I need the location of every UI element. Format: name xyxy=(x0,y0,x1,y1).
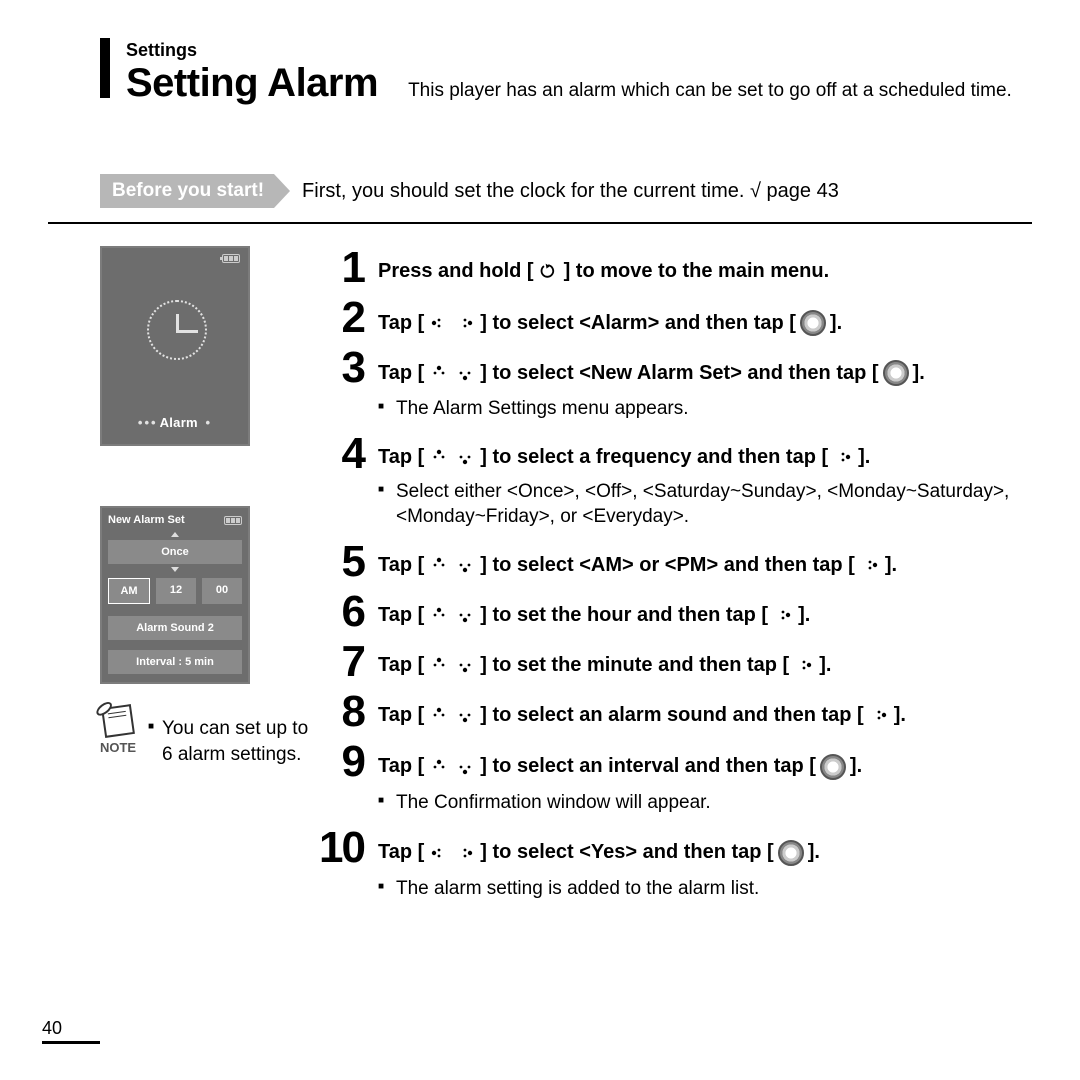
right-icon xyxy=(859,555,881,575)
up-icon xyxy=(428,555,450,575)
note-label: NOTE xyxy=(100,740,136,755)
up-icon xyxy=(428,655,450,675)
down-icon xyxy=(454,605,476,625)
page-title: Setting Alarm xyxy=(126,61,378,106)
right-icon xyxy=(793,655,815,675)
up-icon xyxy=(428,705,450,725)
minute-value: 00 xyxy=(202,578,242,604)
frequency-value: Once xyxy=(108,540,242,564)
right-icon xyxy=(868,705,890,725)
step-5: 5 Tap [ ] to select <AM> or <PM> and the… xyxy=(310,540,1032,584)
before-text: First, you should set the clock for the … xyxy=(302,180,839,203)
step-6: 6 Tap [ ] to set the hour and then tap [… xyxy=(310,590,1032,634)
ok-icon xyxy=(800,310,826,336)
down-icon xyxy=(454,363,476,383)
note-text: You can set up to 6 alarm settings. xyxy=(148,716,310,767)
right-icon xyxy=(454,313,476,333)
left-icon xyxy=(428,313,450,333)
step-9: 9 Tap [ ] to select an interval and then… xyxy=(310,740,1032,816)
step-9-sub: The Confirmation window will appear. xyxy=(378,790,1032,816)
battery-icon xyxy=(224,516,242,525)
hour-value: 12 xyxy=(156,578,196,604)
step-1: 1 Press and hold [ ] to move to the main… xyxy=(310,246,1032,290)
up-icon xyxy=(428,757,450,777)
right-icon xyxy=(832,447,854,467)
up-icon xyxy=(428,605,450,625)
ok-icon xyxy=(778,840,804,866)
ampm-value: AM xyxy=(108,578,150,604)
header-rule xyxy=(100,38,110,98)
step-7: 7 Tap [ ] to set the minute and then tap… xyxy=(310,640,1032,684)
step-2: 2 Tap [ ] to select <Alarm> and then tap… xyxy=(310,296,1032,340)
note-icon xyxy=(101,704,135,738)
right-icon xyxy=(454,843,476,863)
new-alarm-title: New Alarm Set xyxy=(108,514,185,526)
interval-value: Interval : 5 min xyxy=(108,650,242,674)
down-icon xyxy=(454,705,476,725)
down-icon xyxy=(454,555,476,575)
step-4: 4 Tap [ ] to select a frequency and then… xyxy=(310,432,1032,530)
battery-icon xyxy=(222,254,240,263)
before-you-start: Before you start! First, you should set … xyxy=(48,174,1032,224)
steps: 1 Press and hold [ ] to move to the main… xyxy=(310,246,1032,911)
back-icon xyxy=(538,262,560,282)
note: NOTE You can set up to 6 alarm settings. xyxy=(100,706,310,767)
alarm-sound-value: Alarm Sound 2 xyxy=(108,616,242,640)
down-icon xyxy=(454,757,476,777)
screenshot-alarm-menu: •••Alarm • xyxy=(100,246,250,446)
step-3: 3 Tap [ ] to select <New Alarm Set> and … xyxy=(310,346,1032,422)
step-8: 8 Tap [ ] to select an alarm sound and t… xyxy=(310,690,1032,734)
breadcrumb: Settings xyxy=(126,40,1032,61)
page-number: 40 xyxy=(42,1018,100,1044)
step-10: 10 Tap [ ] to select <Yes> and then tap … xyxy=(294,826,1032,902)
step-3-sub: The Alarm Settings menu appears. xyxy=(378,396,1032,422)
down-icon xyxy=(454,447,476,467)
time-row: AM 12 00 xyxy=(108,578,242,604)
alarm-menu-label: •••Alarm • xyxy=(102,415,248,430)
page-description: This player has an alarm which can be se… xyxy=(408,80,1012,102)
clock-icon xyxy=(147,300,207,360)
step-4-sub: Select either <Once>, <Off>, <Saturday~S… xyxy=(378,479,1032,530)
screenshot-new-alarm: New Alarm Set Once AM 12 00 Alarm Sound … xyxy=(100,506,250,684)
step-10-sub: The alarm setting is added to the alarm … xyxy=(378,876,1032,902)
up-icon xyxy=(428,447,450,467)
ok-icon xyxy=(820,754,846,780)
left-icon xyxy=(428,843,450,863)
up-icon xyxy=(428,363,450,383)
ok-icon xyxy=(883,360,909,386)
down-icon xyxy=(454,655,476,675)
right-icon xyxy=(772,605,794,625)
before-flag: Before you start! xyxy=(100,174,274,208)
page-header: Settings Setting Alarm This player has a… xyxy=(48,38,1032,106)
